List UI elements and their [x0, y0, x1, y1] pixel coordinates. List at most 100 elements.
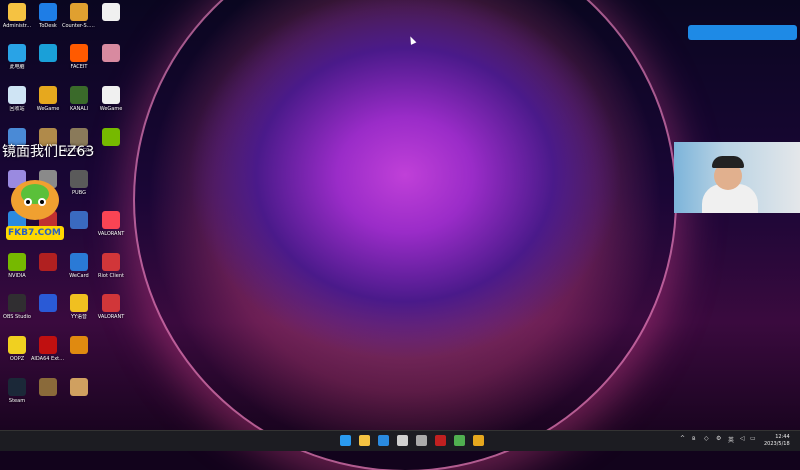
computer-icon — [8, 44, 26, 62]
desktop-icon[interactable]: WeGame — [31, 86, 65, 112]
webcam-overlay — [674, 142, 800, 213]
faceit-icon — [70, 44, 88, 62]
webcam-headset — [712, 156, 744, 168]
desktop-icon[interactable]: WeGame — [94, 86, 128, 112]
desktop-icon[interactable] — [62, 378, 96, 398]
text-file-icon — [102, 86, 120, 104]
desktop-icon[interactable]: FACEIT — [62, 44, 96, 70]
wecard-icon — [70, 253, 88, 271]
mascot-logo-text: FKB7.COM — [8, 228, 61, 238]
desktop-icon[interactable]: 此电脑 — [0, 44, 34, 70]
desktop-icon-label: PUBG — [72, 190, 86, 196]
power-circle-icon — [39, 44, 57, 62]
desktop-icon[interactable] — [31, 253, 65, 273]
desktop-icon[interactable]: AIDA64 Extreme — [31, 336, 65, 362]
desktop-icon[interactable]: VALORANT — [94, 294, 128, 320]
ime-icon[interactable]: 英 — [728, 435, 734, 444]
clock-date: 2023/5/18 — [764, 441, 790, 447]
desktop-icon-label: ToDesk — [39, 23, 57, 29]
yy-icon — [70, 294, 88, 312]
pubg-icon — [70, 170, 88, 188]
desktop-icon[interactable]: Administr... — [0, 3, 34, 29]
anime-app-icon — [102, 44, 120, 62]
desktop-icon-label: OOPZ — [9, 356, 25, 362]
desktop-icon-label: FACEIT — [70, 64, 88, 70]
top-right-blue-bar[interactable] — [688, 25, 797, 40]
steam-icon — [8, 378, 26, 396]
mascot-logo: FKB7.COM — [4, 170, 66, 252]
valorant-icon — [102, 211, 120, 229]
app-icon[interactable] — [454, 435, 465, 446]
desktop-icon[interactable] — [94, 3, 128, 23]
desktop-icon[interactable]: KANALI — [62, 86, 96, 112]
desktop-icon-label: WeGame — [99, 106, 123, 112]
network-icon[interactable]: ◇ — [704, 435, 709, 442]
desktop-icon[interactable] — [62, 336, 96, 356]
desktop-icon[interactable]: WeCard — [62, 253, 96, 279]
aida64-icon — [39, 336, 57, 354]
desktop-icon[interactable] — [62, 211, 96, 231]
desktop-icon-label: VALORANT — [97, 314, 125, 320]
app-icon — [39, 294, 57, 312]
desktop-icon-label: KANALI — [69, 106, 89, 112]
battery-icon[interactable]: ▭ — [750, 435, 756, 442]
bluetooth-icon[interactable]: ʙ — [692, 435, 695, 442]
desktop-icon[interactable]: VALORANT — [94, 211, 128, 237]
windows-start-icon[interactable] — [340, 435, 351, 446]
store-icon[interactable] — [416, 435, 427, 446]
desktop-icon-label: NVIDIA — [8, 273, 26, 279]
text-file-icon — [102, 3, 120, 21]
desktop-icon-label: 此电脑 — [9, 64, 25, 70]
obs-icon[interactable] — [397, 435, 408, 446]
volume-icon[interactable]: ◁ — [740, 435, 745, 442]
folder-icon — [8, 3, 26, 21]
app-icon — [39, 378, 57, 396]
nvidia-icon — [8, 253, 26, 271]
desktop-icon[interactable]: OBS Studio — [0, 294, 34, 320]
taskbar: ^ ʙ ◇ ⚙ 英 ◁ ▭ 12:44 2023/5/18 — [0, 430, 800, 451]
app-icon — [70, 336, 88, 354]
desktop-icon-label: Riot Client — [98, 273, 124, 279]
desktop-icon[interactable]: OOPZ — [0, 336, 34, 362]
desktop-icon[interactable] — [94, 44, 128, 64]
obs-icon — [8, 294, 26, 312]
app-icon — [70, 211, 88, 229]
app-icon — [39, 253, 57, 271]
desktop-icon-label: WeCard — [69, 273, 89, 279]
desktop-icon[interactable]: PUBG — [62, 170, 96, 196]
desktop-icon-label: WeGame — [36, 106, 60, 112]
record-icon[interactable] — [435, 435, 446, 446]
todesk-icon — [39, 3, 57, 21]
desktop-icon-label: Administr... — [2, 23, 32, 29]
app-icon — [70, 378, 88, 396]
desktop-icon[interactable]: Riot Client — [94, 253, 128, 279]
desktop-icon[interactable]: ToDesk — [31, 3, 65, 29]
recycle-bin-icon — [8, 86, 26, 104]
kanali-icon — [70, 86, 88, 104]
desktop-icon[interactable] — [94, 128, 128, 148]
taskbar-clock[interactable]: 12:44 2023/5/18 — [764, 434, 790, 448]
desktop-icon[interactable] — [31, 44, 65, 64]
desktop-icon-label: OBS Studio — [3, 314, 31, 320]
desktop-icon[interactable]: Steam — [0, 378, 34, 404]
wegame-icon — [39, 86, 57, 104]
desktop-icon[interactable]: NVIDIA — [0, 253, 34, 279]
desktop-icon[interactable]: YY语音 — [62, 294, 96, 320]
desktop-icon[interactable]: 回收站 — [0, 86, 34, 112]
file-explorer-icon[interactable] — [359, 435, 370, 446]
settings-icon[interactable]: ⚙ — [716, 435, 721, 442]
desktop-icon[interactable] — [31, 294, 65, 314]
desktop-icon[interactable] — [31, 378, 65, 398]
riot-icon — [102, 253, 120, 271]
desktop-icon-label: AIDA64 Extreme — [31, 356, 65, 362]
edge-icon[interactable] — [378, 435, 389, 446]
desktop-icon-label: YY语音 — [70, 314, 88, 320]
desktop-icon-label: VALORANT — [97, 231, 125, 237]
desktop-icon-label: Steam — [8, 398, 26, 404]
desktop-icon[interactable]: Counter-S... 2 — [62, 3, 96, 29]
oopz-icon — [8, 336, 26, 354]
tray-overflow-chevron[interactable]: ^ — [680, 435, 685, 442]
desktop-icon-label: Counter-S... 2 — [62, 23, 96, 29]
wegame-icon[interactable] — [473, 435, 484, 446]
desktop-icon-label: 回收站 — [9, 106, 25, 112]
